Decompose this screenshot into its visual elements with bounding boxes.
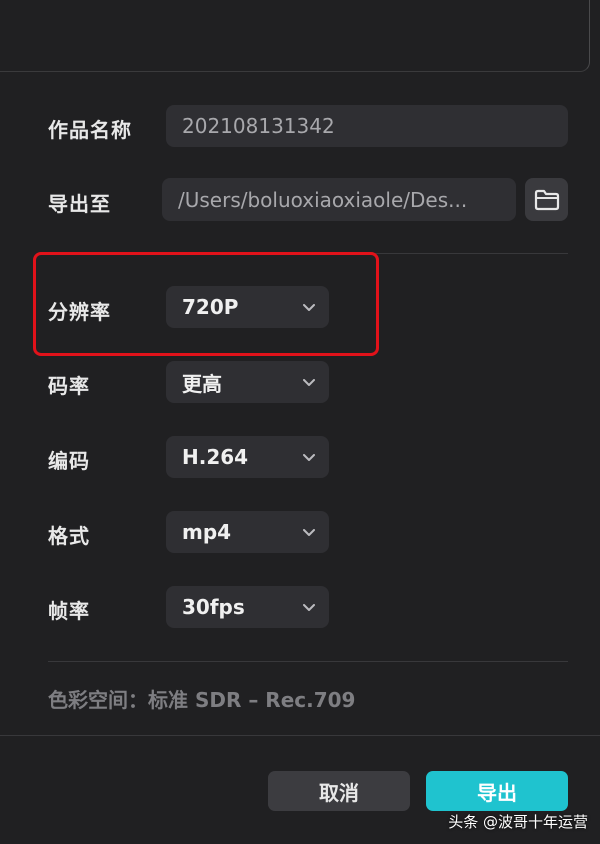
chevron-down-icon <box>303 529 315 536</box>
colorspace-info: 色彩空间：标准 SDR – Rec.709 <box>48 688 356 712</box>
codec-value: H.264 <box>182 445 249 469</box>
bitrate-label: 码率 <box>48 374 90 398</box>
chevron-down-icon <box>303 379 315 386</box>
browse-folder-button[interactable] <box>525 178 568 221</box>
codec-select[interactable]: H.264 <box>166 436 329 478</box>
export-button[interactable]: 导出 <box>426 771 568 811</box>
cancel-button[interactable]: 取消 <box>268 771 410 811</box>
resolution-highlight-box <box>33 252 379 356</box>
footer-divider <box>0 735 600 736</box>
export-path-field[interactable]: /Users/boluoxiaoxiaole/Des... <box>162 178 516 221</box>
top-panel-edge <box>0 0 590 72</box>
framerate-value: 30fps <box>182 595 245 619</box>
section-divider <box>48 661 568 662</box>
bitrate-value: 更高 <box>182 371 222 396</box>
name-input[interactable]: 202108131342 <box>166 105 568 147</box>
format-value: mp4 <box>182 520 232 544</box>
chevron-down-icon <box>303 604 315 611</box>
name-label: 作品名称 <box>48 118 132 142</box>
format-select[interactable]: mp4 <box>166 511 329 553</box>
watermark-text: 头条 @波哥十年运营 <box>448 813 588 831</box>
format-label: 格式 <box>48 524 90 548</box>
folder-icon <box>534 189 559 210</box>
export-to-label: 导出至 <box>48 192 111 216</box>
codec-label: 编码 <box>48 449 90 473</box>
bitrate-select[interactable]: 更高 <box>166 361 329 403</box>
chevron-down-icon <box>303 454 315 461</box>
framerate-label: 帧率 <box>48 599 90 623</box>
framerate-select[interactable]: 30fps <box>166 586 329 628</box>
export-dialog: 作品名称 202108131342 导出至 /Users/boluoxiaoxi… <box>0 0 600 844</box>
